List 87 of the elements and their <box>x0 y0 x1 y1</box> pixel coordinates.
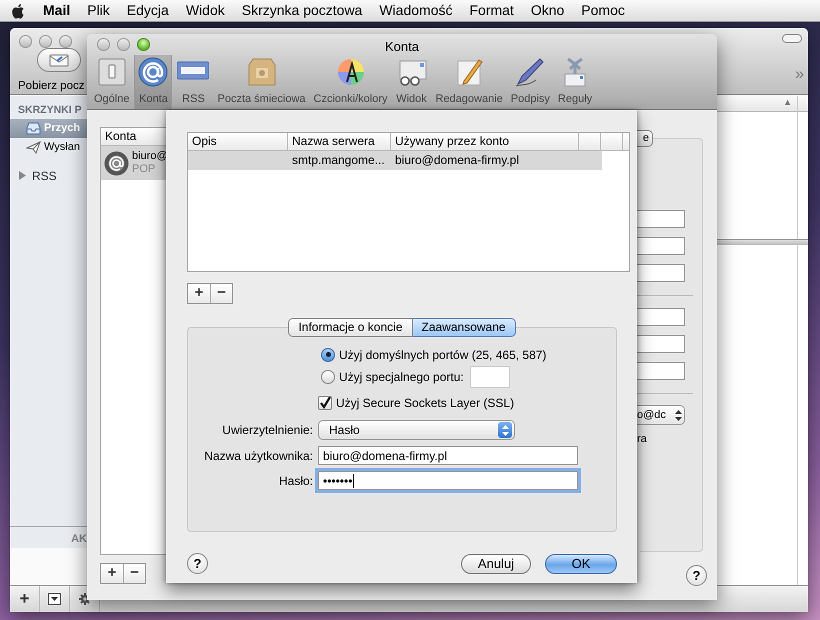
table-cell-text: biuro@domena-firmy.pl <box>394 152 520 169</box>
option-label: Użyj Secure Sockets Layer (SSL) <box>336 395 514 412</box>
password-field[interactable]: ••••••• <box>318 471 578 490</box>
toolbar-tab[interactable]: Widok <box>392 55 430 109</box>
menu-item[interactable]: Okno <box>530 0 564 21</box>
input-field[interactable] <box>637 237 685 255</box>
menu-item[interactable]: Format <box>469 0 514 21</box>
table-cell-text: smtp.mangome... <box>291 152 386 169</box>
get-mail-button[interactable] <box>37 48 81 72</box>
menu-item[interactable]: Wiadomość <box>379 0 452 21</box>
apple-logo-icon[interactable] <box>12 2 26 18</box>
column-header[interactable]: Opis <box>188 133 288 150</box>
sort-indicator[interactable]: ▲ <box>717 96 808 112</box>
toolbar-label: Pobierz pocz <box>18 79 84 94</box>
column-header[interactable]: Używany przez konto <box>391 133 579 150</box>
remove-button[interactable]: − <box>123 564 145 583</box>
dropdown-icon[interactable] <box>48 593 61 605</box>
remove-button[interactable]: − <box>210 284 232 303</box>
popup-menu[interactable]: o@dc <box>637 405 685 425</box>
column-header[interactable]: Nazwa serwera <box>288 133 391 150</box>
section-heading: SKRZYNKI P <box>17 103 83 118</box>
field-label: Hasło: <box>278 472 313 490</box>
input-field[interactable] <box>637 362 685 380</box>
menu-item[interactable]: Skrzynka pocztowa <box>242 0 362 21</box>
help-button[interactable]: ? <box>686 565 707 586</box>
push-button[interactable]: e <box>637 130 653 147</box>
option-label: ra <box>637 432 647 447</box>
tab[interactable]: Zaawansowane <box>412 318 516 337</box>
radio-button[interactable] <box>321 348 335 362</box>
table-row[interactable]: smtp.mangome... biuro@domena-firmy.pl <box>188 151 602 170</box>
switch-icon <box>96 56 128 88</box>
close-button[interactable] <box>97 38 110 51</box>
account-name: biuro@ <box>132 150 168 163</box>
paper-plane-icon <box>26 140 41 154</box>
zoom-button[interactable] <box>59 35 72 48</box>
add-button[interactable]: + <box>188 284 210 303</box>
sidebar-group[interactable]: RSS <box>32 166 57 185</box>
help-button[interactable]: ? <box>187 553 208 574</box>
checkbox[interactable] <box>318 396 332 410</box>
app-menu[interactable]: Mail <box>43 0 70 21</box>
at-sign-icon <box>137 56 170 88</box>
option-label: Użyj domyślnych portów (25, 465, 587) <box>339 346 546 364</box>
toolbar-tab[interactable]: Podpisy <box>508 55 553 109</box>
checkmark-icon <box>319 397 331 409</box>
toolbar-tab[interactable]: Redagowanie <box>432 55 506 109</box>
port-field[interactable] <box>470 366 510 388</box>
minimize-button[interactable] <box>39 35 52 48</box>
input-field[interactable]: biuro@domena-firmy.pl <box>318 446 578 465</box>
envelope-icon <box>49 53 69 67</box>
toolbar-toggle-button[interactable] <box>782 34 802 43</box>
sidebar-item[interactable]: Wysłan <box>10 138 87 157</box>
add-button[interactable]: + <box>101 564 123 583</box>
toolbar-tab[interactable]: Ogólne <box>91 55 132 109</box>
radio-button[interactable] <box>321 370 335 384</box>
toolbar-tab[interactable]: Poczta śmieciowa <box>214 55 309 109</box>
input-field[interactable] <box>637 210 685 228</box>
input-field[interactable] <box>637 308 685 326</box>
close-button[interactable] <box>19 35 32 48</box>
add-button[interactable]: + <box>10 586 40 612</box>
field-label: Nazwa użytkownika: <box>203 448 313 464</box>
menu-item[interactable]: Edycja <box>126 0 169 21</box>
cancel-button[interactable]: Anuluj <box>461 554 531 574</box>
window-title: Konta <box>385 38 419 56</box>
inbox-tray-icon <box>26 122 41 135</box>
toolbar-tab[interactable]: RSS <box>174 55 212 109</box>
tab[interactable]: Informacje o koncie <box>288 318 412 337</box>
zoom-button[interactable] <box>137 38 150 51</box>
account-type: POP <box>132 163 156 176</box>
stepper-arrows-icon <box>502 424 508 436</box>
field-label: Uwierzytelnienie: <box>221 422 313 439</box>
at-sign-icon <box>104 150 129 176</box>
fountain-pen-icon <box>514 56 546 88</box>
cardboard-box-icon <box>246 56 278 88</box>
input-field[interactable] <box>637 264 685 282</box>
menu-item[interactable]: Widok <box>186 0 225 21</box>
split-handle[interactable] <box>717 239 808 245</box>
option-label: Użyj specjalnego portu: <box>339 369 464 386</box>
input-field[interactable] <box>637 335 685 353</box>
popup-menu[interactable]: Hasło <box>318 420 515 440</box>
disclosure-triangle-icon[interactable] <box>18 171 27 180</box>
toolbar-tab[interactable]: Reguły <box>554 55 596 109</box>
menu-item[interactable]: Pomoc <box>581 0 625 21</box>
minimize-button[interactable] <box>117 38 130 51</box>
menu-item[interactable]: Plik <box>87 0 110 21</box>
ok-button[interactable]: OK <box>545 554 617 574</box>
stepper-arrows-icon <box>675 410 682 420</box>
toolbar-tab[interactable]: Czcionki/kolory <box>310 55 390 109</box>
